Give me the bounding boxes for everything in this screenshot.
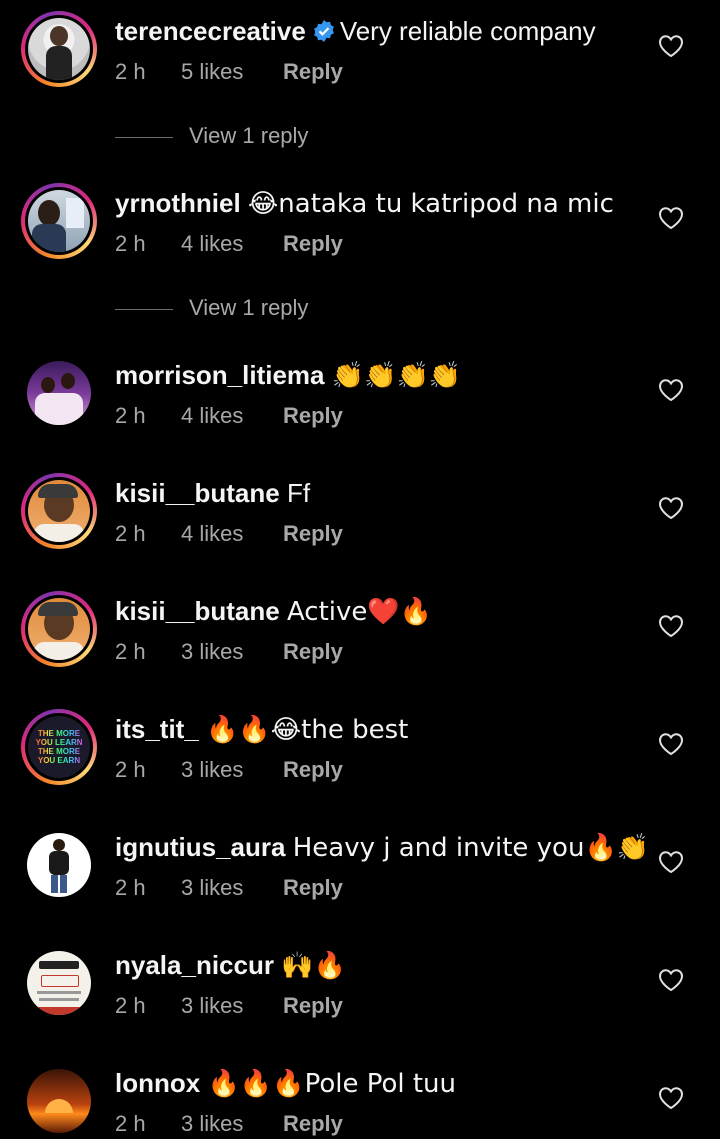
- comment-meta: 2 h 3 likes Reply: [115, 1111, 343, 1137]
- reply-button[interactable]: Reply: [283, 521, 343, 547]
- comment-text: 👏👏👏👏: [331, 361, 462, 391]
- reply-button[interactable]: Reply: [283, 231, 343, 257]
- comment-text: Heavy j and invite you🔥👏: [292, 833, 650, 863]
- comment-likes[interactable]: 3 likes: [181, 993, 283, 1019]
- avatar[interactable]: THE MORE YOU LEARN THE MORE YOU EARN: [21, 709, 97, 785]
- comment-text: 😂nataka tu katripod na mic: [247, 189, 614, 219]
- reply-button[interactable]: Reply: [283, 875, 343, 901]
- heart-outline-icon[interactable]: [658, 206, 684, 230]
- comment-likes[interactable]: 3 likes: [181, 1111, 283, 1137]
- comment-meta: 2 h 4 likes Reply: [115, 403, 343, 429]
- heart-outline-icon[interactable]: [658, 732, 684, 756]
- heart-outline-icon[interactable]: [658, 496, 684, 520]
- avatar[interactable]: [21, 473, 97, 549]
- comment-likes[interactable]: 4 likes: [181, 521, 283, 547]
- comment-time: 2 h: [115, 403, 146, 428]
- comment-meta: 2 h 4 likes Reply: [115, 521, 343, 547]
- avatar[interactable]: [21, 591, 97, 667]
- reply-button[interactable]: Reply: [283, 993, 343, 1019]
- comment-username[interactable]: lonnox: [115, 1068, 200, 1098]
- comment-username[interactable]: its_tit_: [115, 714, 199, 744]
- comment-time: 2 h: [115, 521, 146, 546]
- reply-button[interactable]: Reply: [283, 1111, 343, 1137]
- comment-likes[interactable]: 3 likes: [181, 757, 283, 783]
- divider: [115, 308, 173, 310]
- avatar[interactable]: [21, 1063, 97, 1139]
- heart-outline-icon[interactable]: [658, 850, 684, 874]
- comment-username[interactable]: kisii__butane: [115, 478, 280, 508]
- comment-meta: 2 h 3 likes Reply: [115, 757, 343, 783]
- comment-time: 2 h: [115, 993, 146, 1018]
- comment-meta: 2 h 4 likes Reply: [115, 231, 343, 257]
- avatar[interactable]: [21, 355, 97, 431]
- comment-meta: 2 h 3 likes Reply: [115, 993, 343, 1019]
- heart-outline-icon[interactable]: [658, 378, 684, 402]
- comment-text: 🔥🔥🔥Pole Pol tuu: [207, 1069, 457, 1099]
- comment-username[interactable]: terencecreative: [115, 16, 306, 46]
- avatar[interactable]: [21, 827, 97, 903]
- heart-outline-icon[interactable]: [658, 968, 684, 992]
- divider: [115, 136, 173, 138]
- comment-time: 2 h: [115, 875, 146, 900]
- comment-time: 2 h: [115, 1111, 146, 1136]
- avatar[interactable]: [21, 11, 97, 87]
- avatar-logo: THE MORE YOU LEARN THE MORE YOU EARN: [28, 716, 90, 778]
- avatar[interactable]: [21, 183, 97, 259]
- reply-button[interactable]: Reply: [283, 639, 343, 665]
- reply-button[interactable]: Reply: [283, 403, 343, 429]
- comment-likes[interactable]: 5 likes: [181, 59, 283, 85]
- comment-text: Very reliable company: [339, 16, 596, 46]
- comment-username[interactable]: yrnothniel: [115, 188, 241, 218]
- comment-meta: 2 h 3 likes Reply: [115, 639, 343, 665]
- comment-time: 2 h: [115, 59, 146, 84]
- comment-time: 2 h: [115, 231, 146, 256]
- comment-time: 2 h: [115, 639, 146, 664]
- comment-username[interactable]: morrison_litiema: [115, 360, 325, 390]
- heart-outline-icon[interactable]: [658, 34, 684, 58]
- view-replies-button[interactable]: View 1 reply: [115, 295, 308, 321]
- comment-likes[interactable]: 3 likes: [181, 875, 283, 901]
- comment-meta: 2 h 3 likes Reply: [115, 875, 343, 901]
- comment-time: 2 h: [115, 757, 146, 782]
- comment-likes[interactable]: 3 likes: [181, 639, 283, 665]
- avatar[interactable]: [21, 945, 97, 1021]
- comment-text: 🙌🔥: [281, 951, 346, 981]
- reply-button[interactable]: Reply: [283, 757, 343, 783]
- heart-outline-icon[interactable]: [658, 1086, 684, 1110]
- comment-text: Active❤️🔥: [286, 597, 433, 627]
- comment-text: 🔥🔥😂the best: [206, 715, 409, 745]
- comment-username[interactable]: kisii__butane: [115, 596, 280, 626]
- comment-username[interactable]: ignutius_aura: [115, 832, 285, 862]
- view-replies-button[interactable]: View 1 reply: [115, 123, 308, 149]
- comment-username[interactable]: nyala_niccur: [115, 950, 274, 980]
- comment-meta: 2 h 5 likes Reply: [115, 59, 343, 85]
- comment-likes[interactable]: 4 likes: [181, 403, 283, 429]
- verified-badge-icon: [313, 20, 334, 42]
- reply-button[interactable]: Reply: [283, 59, 343, 85]
- heart-outline-icon[interactable]: [658, 614, 684, 638]
- comment-likes[interactable]: 4 likes: [181, 231, 283, 257]
- comment-text: Ff: [286, 478, 311, 508]
